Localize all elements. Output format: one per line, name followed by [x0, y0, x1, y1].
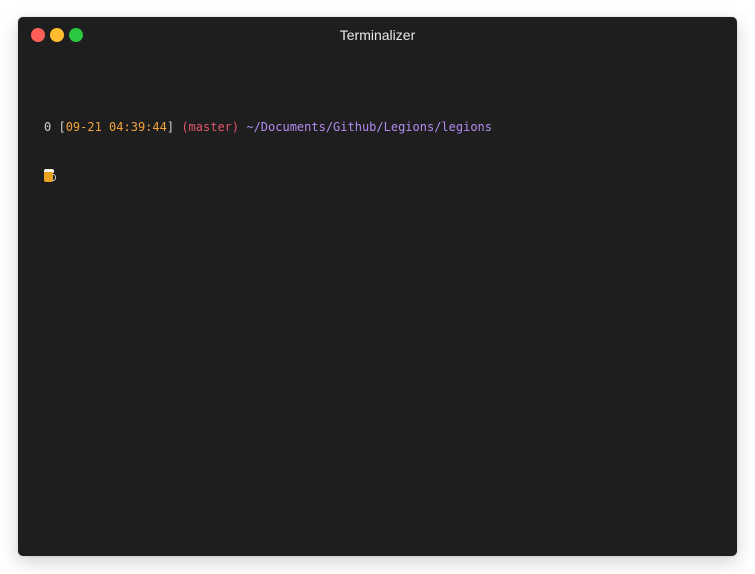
terminal-window: Terminalizer 0 [09-21 04:39:44] (master)… — [18, 17, 737, 556]
current-path: ~/Documents/Github/Legions/legions — [246, 120, 492, 134]
timestamp-bracket-open: [ — [58, 120, 66, 134]
git-branch: (master) — [181, 120, 240, 134]
title-bar[interactable]: Terminalizer — [18, 17, 737, 53]
beer-mug-icon — [44, 169, 56, 182]
input-line[interactable] — [44, 167, 727, 183]
prompt-line: 0 [09-21 04:39:44] (master) ~/Documents/… — [44, 119, 727, 135]
terminal-output[interactable]: 0 [09-21 04:39:44] (master) ~/Documents/… — [44, 87, 727, 215]
timestamp-bracket-close: ] — [166, 120, 175, 134]
prompt-timestamp: 09-21 04:39:44 — [65, 120, 167, 134]
exit-code: 0 — [44, 120, 52, 134]
window-title: Terminalizer — [339, 27, 416, 43]
